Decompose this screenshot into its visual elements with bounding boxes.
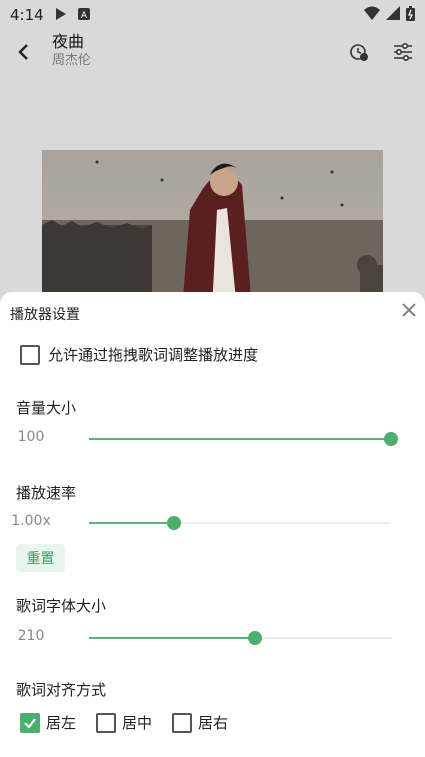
song-info: 夜曲 周杰伦	[52, 32, 91, 70]
volume-slider-row: 100	[0, 429, 425, 449]
svg-text:A: A	[81, 11, 88, 20]
song-title: 夜曲	[52, 32, 85, 51]
close-icon[interactable]	[399, 300, 419, 320]
volume-label: 音量大小	[16, 399, 77, 417]
speed-slider-thumb[interactable]	[166, 516, 181, 530]
app-bar: 夜曲 周杰伦	[0, 30, 425, 80]
speed-value: 1.00x	[11, 513, 51, 529]
lyric-alignment-label: 歌词对齐方式	[16, 681, 107, 699]
volume-value: 100	[17, 429, 45, 445]
drag-seek-label: 允许通过拖拽歌词调整播放进度	[48, 346, 259, 364]
sheet-title: 播放器设置	[10, 307, 80, 323]
status-time: 4:14	[10, 6, 44, 24]
equalizer-settings-icon[interactable]	[391, 40, 415, 64]
speed-label: 播放速率	[16, 484, 77, 502]
app-notification-icon: A	[77, 6, 90, 24]
play-notification-icon	[55, 6, 66, 24]
wifi-icon	[364, 6, 380, 24]
reset-speed-button[interactable]: 重置	[16, 544, 65, 572]
speed-slider-row: 1.00x	[0, 513, 425, 533]
align-center-label: 居中	[122, 714, 153, 732]
player-settings-sheet: 播放器设置 允许通过拖拽歌词调整播放进度 音量大小 100 播放速率 1.00x…	[0, 292, 425, 757]
align-left-label: 居左	[46, 714, 77, 732]
signal-icon	[386, 6, 400, 24]
drag-seek-option[interactable]: 允许通过拖拽歌词调整播放进度	[20, 344, 258, 365]
battery-icon	[406, 5, 415, 25]
drag-seek-checkbox[interactable]	[20, 344, 40, 365]
font-size-slider-fill	[89, 637, 256, 639]
volume-slider-thumb[interactable]	[384, 432, 398, 446]
align-right-label: 居右	[198, 714, 229, 732]
font-size-slider-row: 210	[0, 628, 425, 648]
align-right-checkbox[interactable]	[172, 712, 193, 733]
lyric-font-size-label: 歌词字体大小	[16, 597, 107, 615]
speed-slider-fill	[89, 522, 174, 524]
align-right-option[interactable]: 居右	[172, 712, 228, 733]
volume-slider-fill	[89, 438, 391, 440]
speed-slider[interactable]	[89, 516, 391, 530]
align-center-option[interactable]: 居中	[96, 712, 152, 733]
font-size-slider-thumb[interactable]	[248, 631, 263, 645]
align-center-checkbox[interactable]	[96, 712, 117, 733]
status-bar: 4:14 A	[0, 0, 425, 30]
back-arrow-icon[interactable]	[12, 40, 36, 64]
font-size-value: 210	[17, 628, 45, 644]
align-left-checkbox[interactable]	[20, 712, 40, 733]
alignment-options: 居左 居中 居右	[20, 712, 248, 733]
album-cover	[42, 150, 383, 310]
align-left-option[interactable]: 居左	[20, 712, 76, 733]
song-artist: 周杰伦	[52, 53, 92, 68]
font-size-slider[interactable]	[89, 631, 391, 645]
volume-slider[interactable]	[89, 432, 398, 446]
sleep-timer-icon[interactable]	[347, 40, 371, 64]
